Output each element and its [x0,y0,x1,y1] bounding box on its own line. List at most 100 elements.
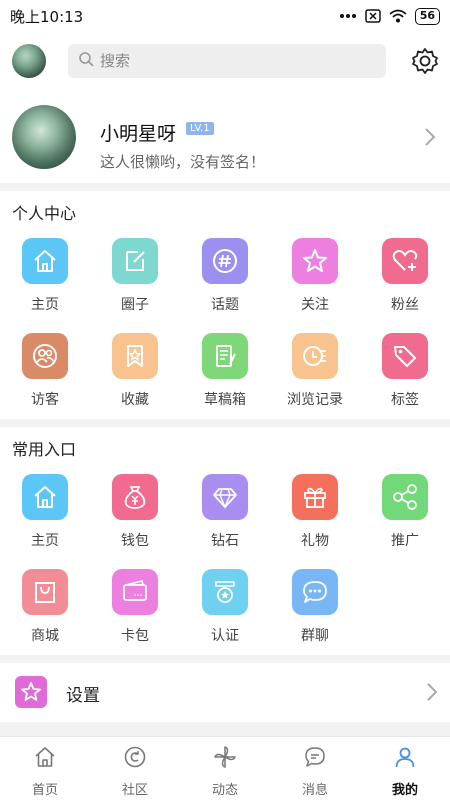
grid-label: 卡包 [121,628,149,644]
certificate-icon [202,569,248,615]
status-time: 晚上10:13 [10,7,84,26]
section-divider [0,419,450,427]
grid-label: 关注 [301,297,329,313]
grid-item-favorites[interactable]: 收藏 [90,333,180,417]
grid-item-mall[interactable]: 商城 [0,569,90,653]
grid-item-drafts[interactable]: 草稿箱 [180,333,270,417]
grid-label: 草稿箱 [204,392,246,408]
tab-messages[interactable]: 消息 [270,737,360,800]
share-icon [382,474,428,520]
grid-item-promote[interactable]: 推广 [360,474,450,558]
grid-item-wallet[interactable]: 钱包 [90,474,180,558]
grid-item-circle[interactable]: 圈子 [90,238,180,322]
grid-item-history[interactable]: 浏览记录 [270,333,360,417]
community-icon [123,745,147,773]
search-input[interactable] [100,52,360,70]
bottom-tab-bar: 首页 社区 动态 消息 我的 [0,736,450,800]
top-bar [0,32,450,90]
hashtag-icon [202,238,248,284]
star-icon [292,238,338,284]
chevron-right-icon [424,127,436,147]
shopping-bag-icon [22,569,68,615]
grid-item-tags[interactable]: 标签 [360,333,450,417]
grid-item-group-chat[interactable]: 群聊 [270,569,360,653]
star-icon [15,676,47,708]
grid-label: 粉丝 [391,297,419,313]
grid-label: 推广 [391,533,419,549]
grid-item-gift[interactable]: 礼物 [270,474,360,558]
visitors-icon [22,333,68,379]
grid-item-follow[interactable]: 关注 [270,238,360,322]
heart-plus-icon [382,238,428,284]
grid-label: 话题 [211,297,239,313]
grid-label: 群聊 [301,628,329,644]
grid-label: 主页 [31,297,59,313]
avatar-small[interactable] [12,44,46,78]
avatar[interactable] [12,105,76,169]
tab-label: 动态 [211,783,238,798]
grid-label: 礼物 [301,533,329,549]
profile-nickname: 小明星呀 [100,123,177,145]
grid-label: 访客 [31,392,59,408]
search-box[interactable] [68,44,386,78]
grid-label: 标签 [391,392,419,408]
grid-label: 商城 [31,628,59,644]
grid-item-topic[interactable]: 话题 [180,238,270,322]
tab-label: 首页 [31,783,58,798]
grid-label: 钻石 [211,533,239,549]
tab-home[interactable]: 首页 [0,737,90,800]
tab-label: 我的 [391,783,418,798]
tab-label: 社区 [121,783,148,798]
history-icon [292,333,338,379]
tab-moments[interactable]: 动态 [180,737,270,800]
wifi-icon [389,9,407,23]
status-icons: 56 [339,7,440,25]
draft-icon [202,333,248,379]
bookmark-star-icon [112,333,158,379]
grid-label: 收藏 [121,392,149,408]
grid-label: 主页 [31,533,59,549]
grid-label: 圈子 [121,297,149,313]
grid-label: 钱包 [121,533,149,549]
message-icon [303,745,327,773]
battery-indicator: 56 [414,7,440,25]
profile-card[interactable]: 小明星呀 LV.1 这人很懒哟，没有签名！ [0,95,450,180]
status-bar: 晚上10:13 56 [0,0,450,32]
grid-item-visitors[interactable]: 访客 [0,333,90,417]
search-icon [78,51,94,71]
more-dots-icon [339,13,357,19]
card-wallet-icon [112,569,158,615]
grid-item-diamond[interactable]: 钻石 [180,474,270,558]
user-icon [393,745,417,773]
grid-label: 浏览记录 [287,392,343,408]
tab-community[interactable]: 社区 [90,737,180,800]
section-divider [0,655,450,663]
gear-icon[interactable] [408,44,442,78]
chat-bubble-icon [292,569,338,615]
home-icon [22,474,68,520]
level-badge: LV.1 [186,122,214,135]
chevron-right-icon [426,682,438,702]
tab-label: 消息 [301,783,328,798]
grid-item-home-2[interactable]: 主页 [0,474,90,558]
grid-item-card-wallet[interactable]: 卡包 [90,569,180,653]
gift-icon [292,474,338,520]
edit-square-icon [112,238,158,284]
pinwheel-icon [213,745,237,773]
diamond-icon [202,474,248,520]
grid-item-fans[interactable]: 粉丝 [360,238,450,322]
sim-blocked-icon [364,9,381,23]
home-outline-icon [33,745,57,773]
grid-item-home[interactable]: 主页 [0,238,90,322]
home-icon [22,238,68,284]
tag-icon [382,333,428,379]
section-divider [0,722,450,736]
tab-mine[interactable]: 我的 [360,737,450,800]
profile-signature: 这人很懒哟，没有签名！ [100,153,266,171]
section-title-common: 常用入口 [12,440,77,459]
grid-label: 认证 [211,628,239,644]
grid-item-certification[interactable]: 认证 [180,569,270,653]
section-title-personal: 个人中心 [12,204,77,223]
section-divider [0,183,450,191]
settings-row[interactable]: 设置 [0,664,450,720]
